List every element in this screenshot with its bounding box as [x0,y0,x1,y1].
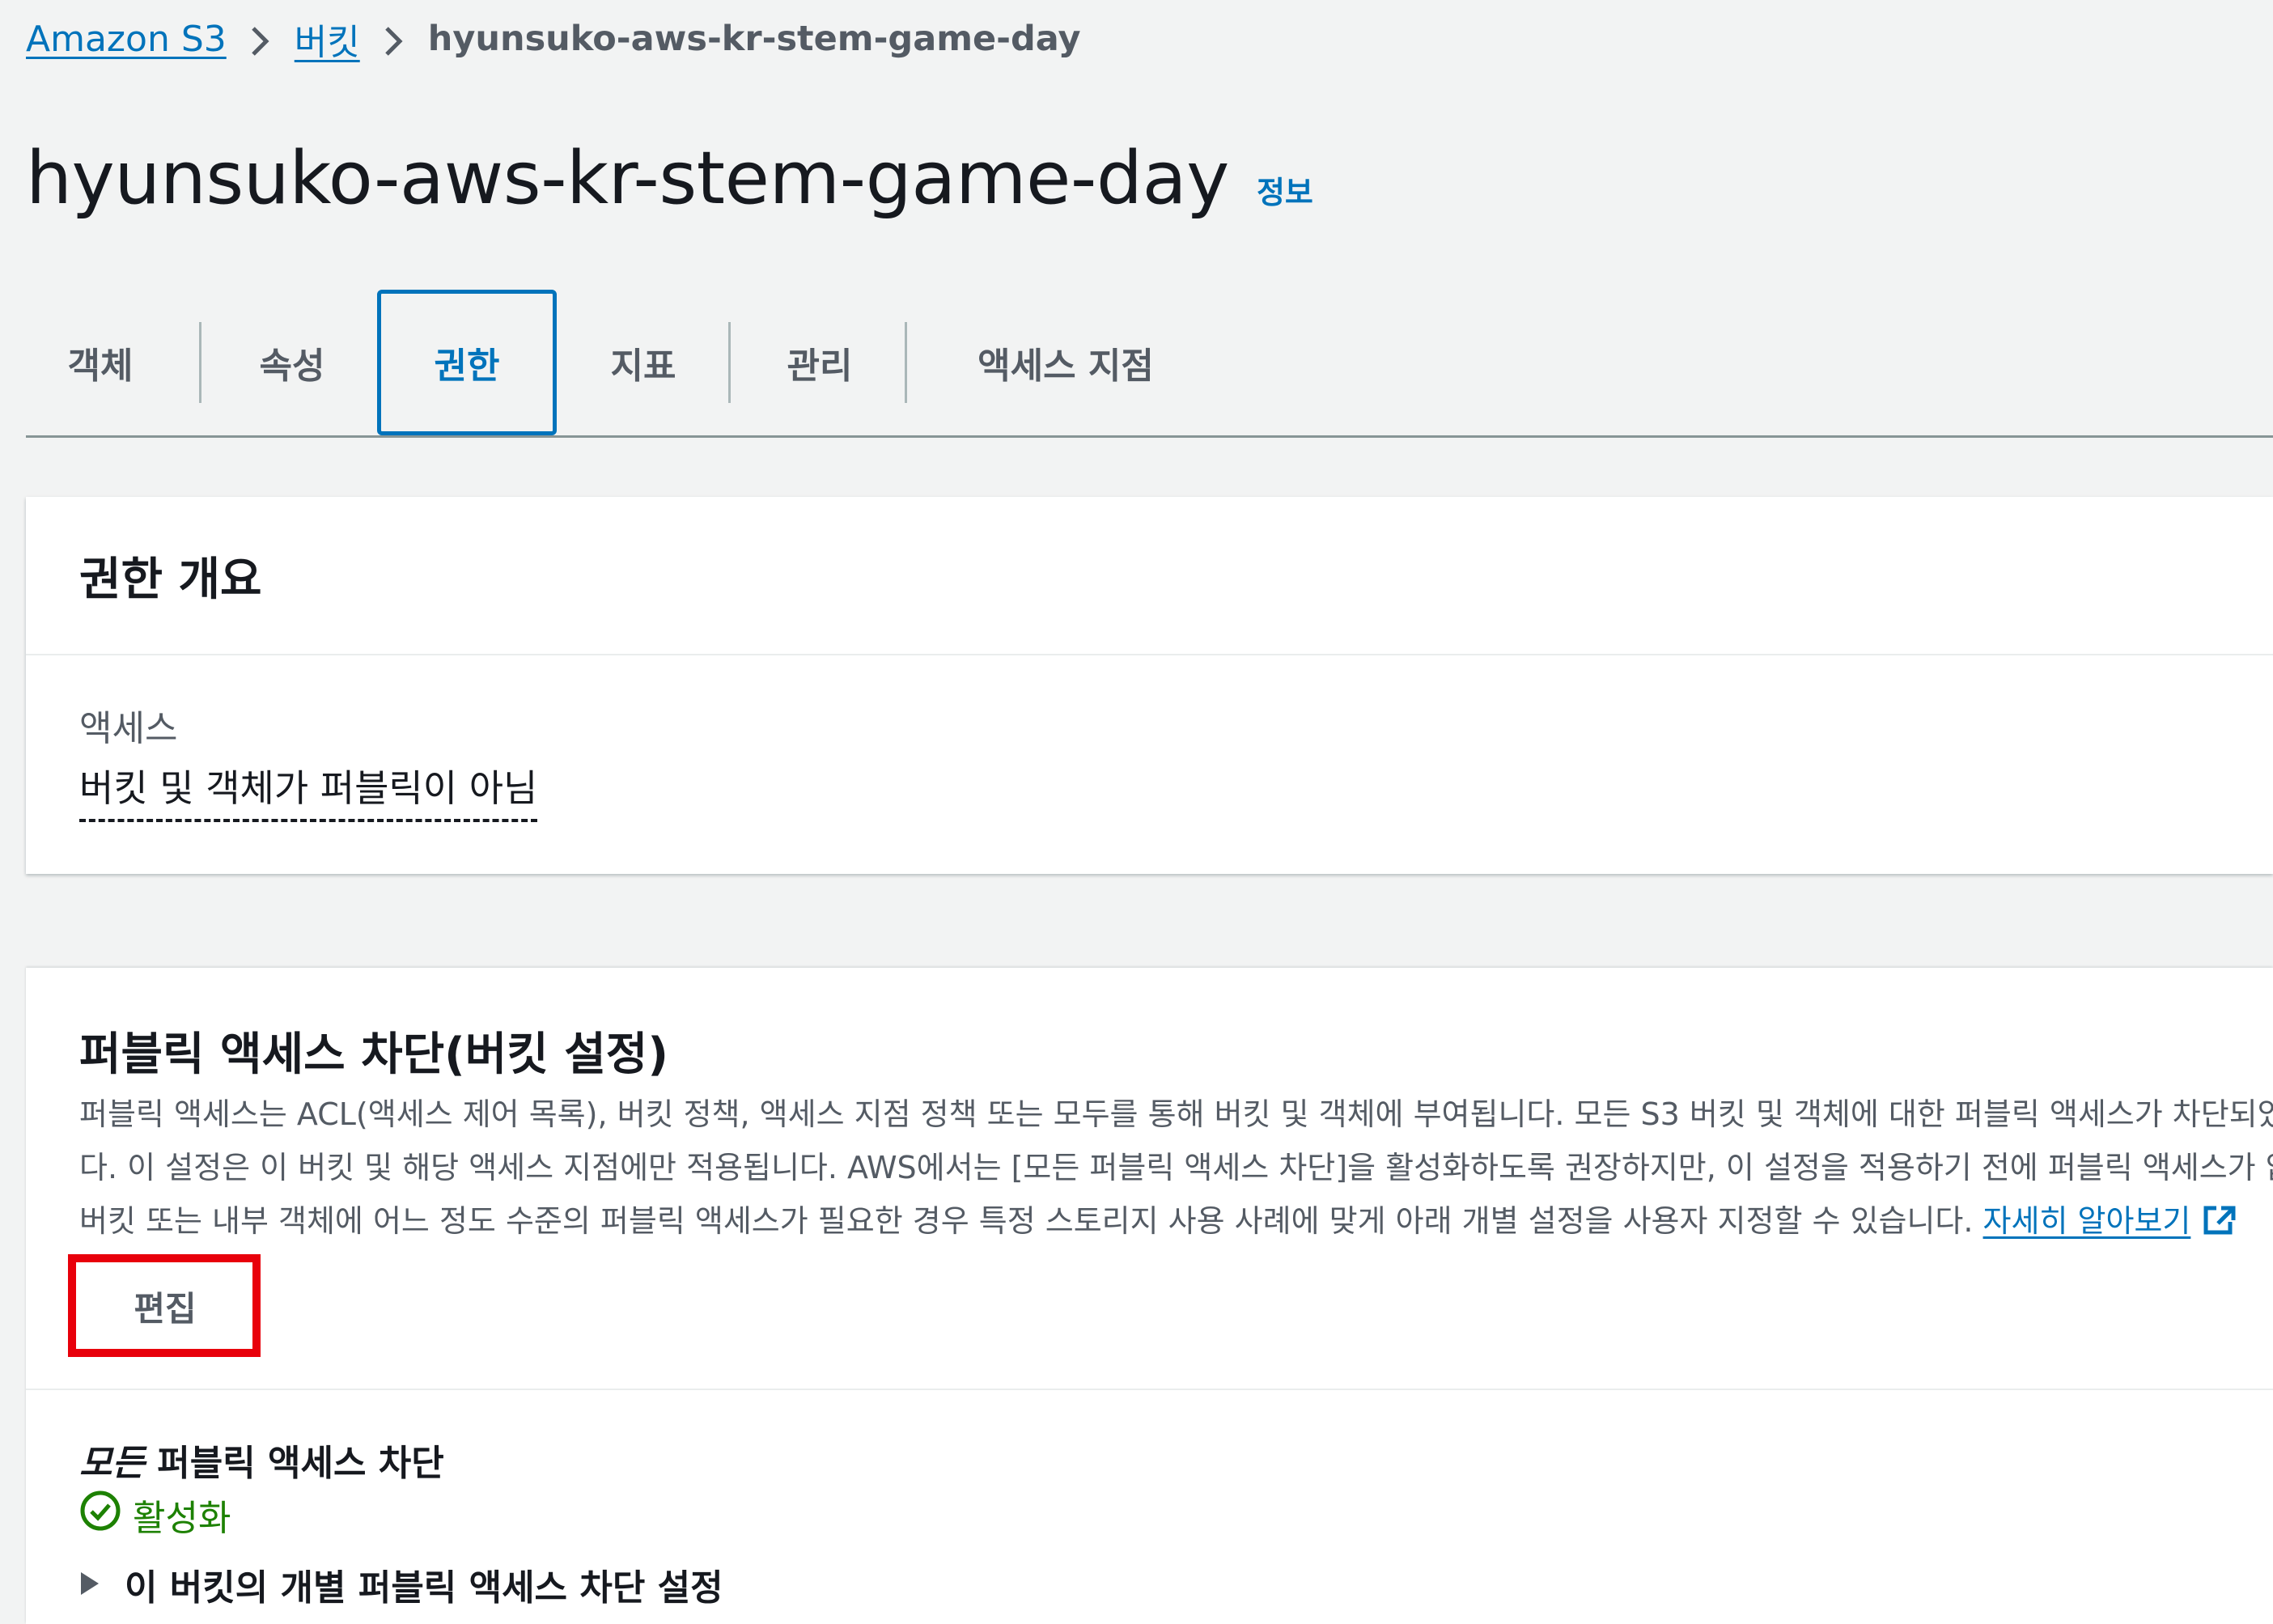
block-public-access-description: 퍼블릭 액세스는 ACL(액세스 제어 목록), 버킷 정책, 액세스 지점 정… [79,1088,2273,1253]
block-all-label-text: 퍼블릭 액세스 차단 [144,1443,444,1484]
caret-right-icon [79,1564,100,1605]
breadcrumb-current: hyunsuko-aws-kr-stem-game-day [427,19,1081,59]
check-circle-icon [79,1490,133,1541]
breadcrumb: Amazon S3 버킷 hyunsuko-aws-kr-stem-game-d… [26,13,1081,65]
individual-settings-label: 이 버킷의 개별 퍼블릭 액세스 차단 설정 [125,1567,723,1609]
breadcrumb-buckets[interactable]: 버킷 [295,13,360,65]
permissions-overview-title: 권한 개요 [79,553,262,606]
block-public-access-title: 퍼블릭 액세스 차단(버킷 설정) [79,1028,668,1081]
access-value[interactable]: 버킷 및 객체가 퍼블릭이 아님 [79,759,538,822]
description-line: 다. 이 설정은 이 버킷 및 해당 액세스 지점에만 적용됩니다. AWS에서… [79,1150,2273,1185]
permissions-overview-panel: 권한 개요 액세스 버킷 및 객체가 퍼블릭이 아님 [26,497,2273,874]
chevron-right-icon [360,19,428,60]
block-all-prefix: 모든 [79,1443,145,1484]
tab-metrics[interactable]: 지표 [560,290,727,435]
chevron-right-icon [227,19,295,60]
learn-more-link[interactable]: 자세히 알아보기 [1983,1203,2191,1239]
status-text: 활성화 [133,1498,231,1539]
status-badge: 활성화 [79,1489,231,1541]
description-line-text: 버킷 또는 내부 객체에 어느 정도 수준의 퍼블릭 액세스가 필요한 경우 특… [79,1203,1983,1239]
access-label: 액세스 [79,708,178,749]
edit-button[interactable]: 편집 [91,1278,240,1334]
tab-access-points[interactable]: 액세스 지점 [916,290,1215,435]
tab-divider [905,322,907,403]
tab-list: 객체 속성 권한 지표 관리 액세스 지점 [26,290,2273,438]
page-header: hyunsuko-aws-kr-stem-game-day 정보 [26,136,1313,233]
tab-management[interactable]: 관리 [736,290,903,435]
panel-header: 권한 개요 [26,497,2273,655]
block-all-public-access-label: 모든 퍼블릭 액세스 차단 [79,1434,444,1486]
block-public-access-panel: 퍼블릭 액세스 차단(버킷 설정) 퍼블릭 액세스는 ACL(액세스 제어 목록… [26,968,2273,1624]
tab-objects[interactable]: 객체 [26,290,175,435]
tab-properties[interactable]: 속성 [209,290,375,435]
description-line: 버킷 또는 내부 객체에 어느 정도 수준의 퍼블릭 액세스가 필요한 경우 특… [79,1194,2273,1253]
breadcrumb-amazon-s3[interactable]: Amazon S3 [26,19,227,60]
page-title: hyunsuko-aws-kr-stem-game-day [26,136,1229,221]
description-line: 퍼블릭 액세스는 ACL(액세스 제어 목록), 버킷 정책, 액세스 지점 정… [79,1096,2273,1132]
info-link[interactable]: 정보 [1257,167,1313,212]
tab-divider [728,322,731,403]
tab-permissions[interactable]: 권한 [377,290,557,435]
individual-settings-expander[interactable]: 이 버킷의 개별 퍼블릭 액세스 차단 설정 [79,1558,723,1610]
tab-divider [199,322,201,403]
external-link-icon[interactable] [2202,1199,2237,1253]
divider [26,1389,2273,1390]
